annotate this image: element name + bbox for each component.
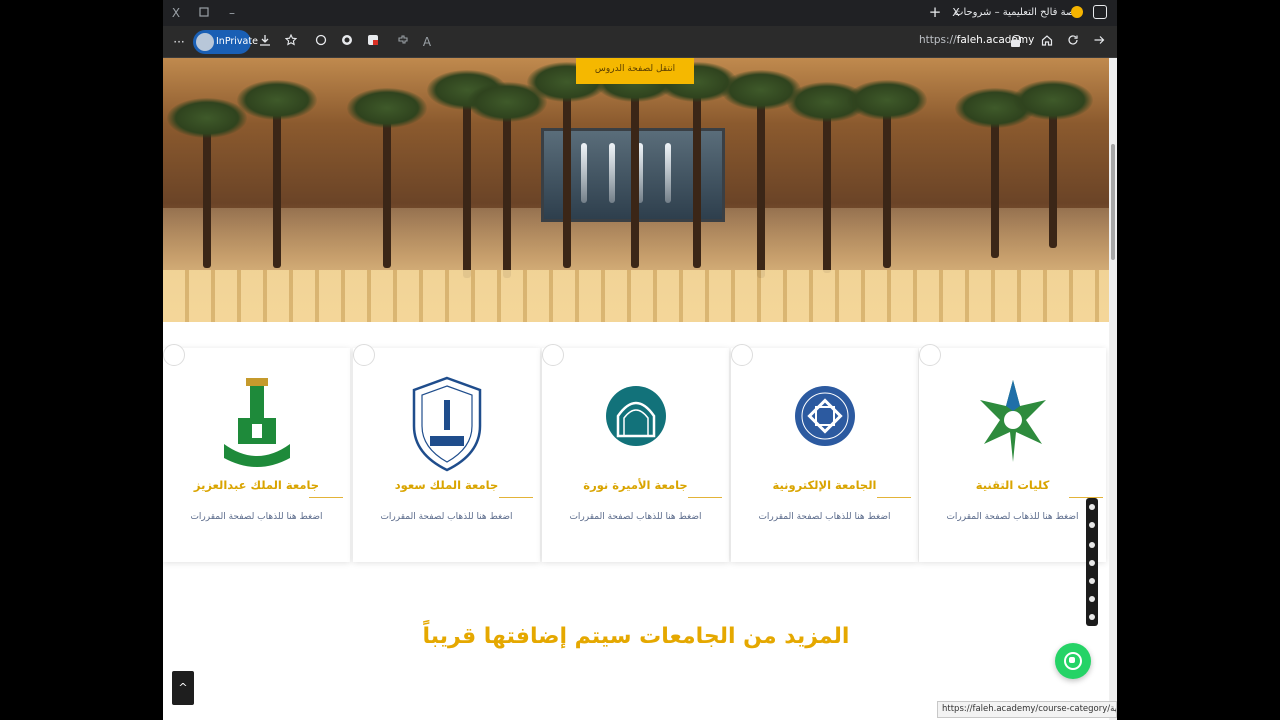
palm-trunk [991, 108, 999, 258]
refresh-icon[interactable] [1065, 34, 1081, 50]
hero-fountain-jet [609, 143, 615, 203]
url-host: faleh.academy [956, 34, 1035, 46]
card-link[interactable]: اضغط هنا للذهاب لصفحة المقررات [731, 512, 918, 522]
minimize-window-button[interactable]: – [223, 4, 241, 22]
extensions-icon[interactable] [395, 34, 411, 50]
card-divider [499, 497, 533, 498]
university-card-seu[interactable]: الجامعة الإلكترونية اضغط هنا للذهاب لصفح… [731, 344, 918, 562]
card-title: كليات التقنية [975, 478, 1050, 492]
url-scheme: https:// [919, 34, 957, 46]
speaker-icon[interactable] [1089, 560, 1095, 566]
ksu-logo-icon [412, 376, 481, 472]
card-link[interactable]: اضغط هنا للذهاب لصفحة المقررات [542, 512, 729, 522]
palm-trunk [273, 98, 281, 268]
card-link[interactable]: اضغط هنا للذهاب لصفحة المقررات [353, 512, 540, 522]
kau-badge-icon [163, 344, 185, 366]
pnu-badge-icon [542, 344, 564, 366]
card-title: جامعة الملك عبدالعزيز [193, 478, 320, 492]
new-tab-button[interactable]: + [927, 2, 943, 22]
palm-trunk [823, 98, 831, 273]
read-aloud-icon[interactable]: A [419, 34, 435, 50]
inprivate-label: InPrivate [216, 36, 258, 47]
palm-trunk [1049, 98, 1057, 248]
card-title: جامعة الأميرة نورة [583, 478, 688, 492]
palm-canopy [1013, 80, 1093, 120]
inprivate-profile-button[interactable]: InPrivate [193, 30, 258, 54]
status-url-tooltip: https://faleh.academy/course-category/جا… [937, 701, 1117, 718]
back-to-top-button[interactable]: ^ [172, 671, 194, 705]
tab-favicon-icon [1071, 6, 1083, 18]
tvtc-logo-icon [979, 380, 1046, 462]
lessons-page-button[interactable]: انتقل لصفحة الدروس [576, 58, 694, 84]
extension-icon-3[interactable] [365, 34, 381, 50]
more-menu-icon[interactable]: ··· [171, 34, 187, 50]
palm-trunk [203, 118, 211, 268]
ksu-badge-icon [353, 344, 375, 366]
tab-strip: X – + X منصة فالح التعليمية – شروحات لمن… [163, 0, 1117, 26]
forward-icon[interactable] [1091, 34, 1107, 50]
settings-icon[interactable] [1089, 614, 1095, 620]
whatsapp-icon[interactable] [1055, 643, 1091, 679]
pause-icon[interactable] [1089, 596, 1095, 602]
close-window-button[interactable]: X [167, 4, 185, 22]
hero-pergola [163, 270, 1109, 322]
card-link[interactable]: اضغط هنا للذهاب لصفحة المقررات [919, 512, 1106, 522]
restore-window-button[interactable] [195, 4, 213, 22]
extension-icon-2[interactable] [339, 34, 355, 50]
palm-canopy [347, 88, 427, 128]
university-card-tvtc[interactable]: كليات التقنية اضغط هنا للذهاب لصفحة المق… [919, 344, 1106, 562]
downloads-icon[interactable] [257, 34, 273, 50]
card-divider [309, 497, 343, 498]
mic-icon[interactable] [1089, 542, 1095, 548]
more-universities-heading: المزيد من الجامعات سيتم إضافتها قريباً [422, 624, 850, 649]
palm-canopy [167, 98, 247, 138]
web-page: انتقل لصفحة الدروس جامعة الملك عبدالعزيز… [163, 58, 1109, 720]
camera-icon[interactable] [1089, 504, 1095, 510]
palm-trunk [631, 78, 639, 268]
page-scrollbar[interactable] [1109, 58, 1117, 720]
card-divider [877, 497, 911, 498]
tvtc-badge-icon [919, 344, 941, 366]
university-card-pnu[interactable]: جامعة الأميرة نورة اضغط هنا للذهاب لصفحة… [542, 344, 729, 562]
palm-canopy [237, 80, 317, 120]
browser-toolbar: ··· InPrivate A https://faleh.academy [163, 26, 1117, 58]
hero-fountain-jet [665, 143, 671, 203]
browser-window: X – + X منصة فالح التعليمية – شروحات لمن… [163, 0, 1117, 720]
palm-trunk [383, 108, 391, 268]
extension-icon-1[interactable] [313, 34, 329, 50]
pnu-logo-icon [605, 386, 666, 446]
card-link[interactable]: اضغط هنا للذهاب لصفحة المقررات [163, 512, 350, 522]
seu-logo-icon [794, 386, 855, 446]
palm-trunk [757, 88, 765, 278]
card-divider [688, 497, 722, 498]
record-icon[interactable] [1089, 522, 1095, 528]
card-title: جامعة الملك سعود [394, 478, 499, 492]
profile-avatar [196, 33, 214, 51]
university-card-kau[interactable]: جامعة الملك عبدالعزيز اضغط هنا للذهاب لص… [163, 344, 350, 562]
palm-canopy [847, 80, 927, 120]
seu-badge-icon [731, 344, 753, 366]
lock-icon[interactable] [1011, 35, 1021, 47]
favorites-icon[interactable] [283, 33, 299, 50]
palm-trunk [883, 98, 891, 268]
hero-fountain-jet [581, 143, 587, 203]
card-title: الجامعة الإلكترونية [772, 478, 877, 492]
scrollbar-thumb[interactable] [1111, 144, 1115, 260]
tab-active[interactable]: منصة فالح التعليمية – شروحات لمنا [953, 2, 1083, 24]
hero-banner-image: انتقل لصفحة الدروس [163, 58, 1109, 322]
universities-row: جامعة الملك عبدالعزيز اضغط هنا للذهاب لص… [163, 344, 1109, 562]
home-icon[interactable] [1039, 34, 1055, 50]
palm-trunk [463, 88, 471, 278]
restore-icon [199, 7, 209, 17]
university-card-ksu[interactable]: جامعة الملك سعود اضغط هنا للذهاب لصفحة ا… [353, 344, 540, 562]
palm-trunk [563, 78, 571, 268]
kau-logo-icon [223, 378, 290, 467]
palm-trunk [693, 78, 701, 268]
webcam-icon[interactable] [1089, 578, 1095, 584]
side-toolbar [1086, 498, 1098, 626]
palm-trunk [503, 98, 511, 278]
tab-actions-icon[interactable] [1093, 5, 1107, 19]
